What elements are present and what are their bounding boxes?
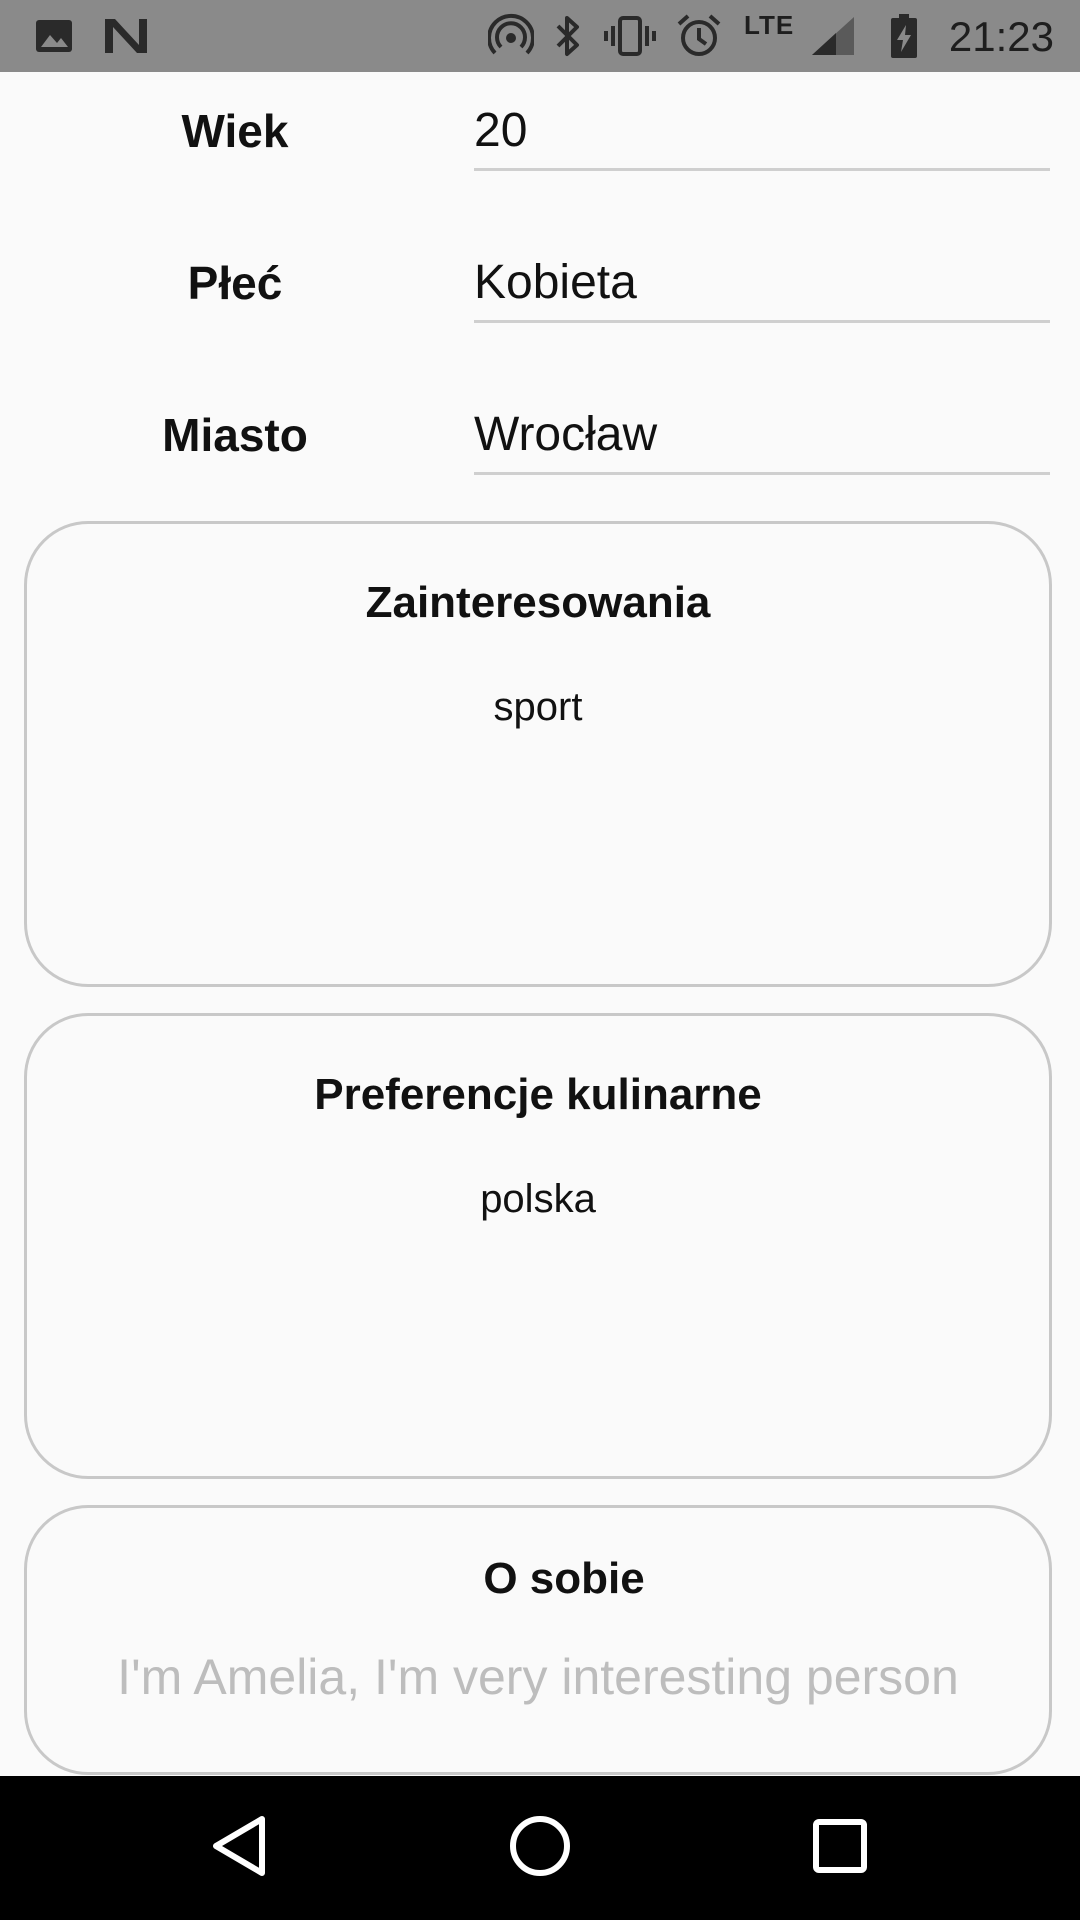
about-me-title: O sobie: [483, 1554, 645, 1603]
back-icon: [210, 1814, 270, 1883]
navigation-bar: [0, 1776, 1080, 1920]
signal-icon: [808, 0, 858, 72]
interests-card[interactable]: Zainteresowania sport: [24, 521, 1052, 987]
interests-text: sport: [493, 685, 583, 729]
status-clock: 21:23: [948, 13, 1054, 60]
food-preferences-title: Preferencje kulinarne: [314, 1070, 762, 1119]
city-field[interactable]: Wrocław: [474, 380, 1050, 475]
back-button[interactable]: [160, 1776, 320, 1920]
recents-button[interactable]: [760, 1776, 920, 1920]
hotspot-icon: [486, 0, 536, 72]
age-field[interactable]: 20: [474, 76, 1050, 171]
vibrate-icon: [600, 0, 660, 72]
about-me-input[interactable]: I'm Amelia, I'm very interesting person: [27, 1648, 1049, 1706]
age-row: Wiek 20: [0, 76, 1080, 186]
food-preferences-text: polska: [480, 1177, 596, 1221]
battery-charging-icon: [884, 0, 924, 72]
alarm-icon: [674, 0, 724, 72]
age-label: Wiek: [181, 105, 289, 157]
gender-field[interactable]: Kobieta: [474, 228, 1050, 323]
n-logo-icon: [102, 0, 150, 72]
gender-label: Płeć: [187, 257, 283, 309]
network-type-label: LTE: [744, 10, 795, 40]
food-preferences-card[interactable]: Preferencje kulinarne polska: [24, 1013, 1052, 1479]
image-icon: [32, 0, 76, 72]
about-me-card[interactable]: O sobie I'm Amelia, I'm very interesting…: [24, 1505, 1052, 1775]
status-bar: LTE 21:23: [0, 0, 1080, 72]
gender-row: Płeć Kobieta: [0, 228, 1080, 338]
home-icon: [508, 1814, 572, 1883]
home-button[interactable]: [460, 1776, 620, 1920]
interests-title: Zainteresowania: [365, 578, 711, 627]
recents-icon: [812, 1818, 868, 1879]
city-label: Miasto: [162, 409, 308, 461]
city-row: Miasto Wrocław: [0, 380, 1080, 490]
bluetooth-icon: [548, 0, 588, 72]
